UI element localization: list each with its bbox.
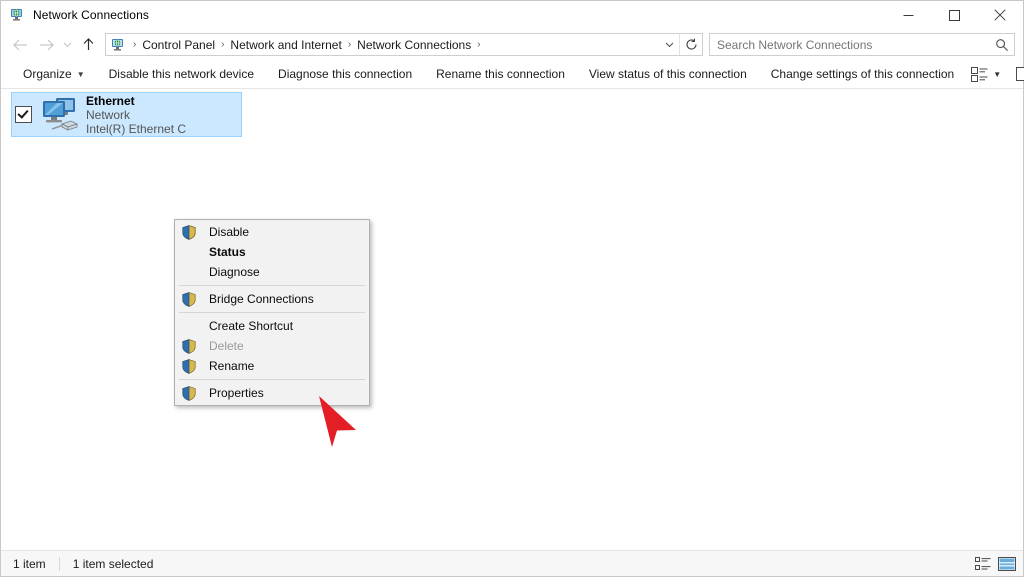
- breadcrumb-network-and-internet[interactable]: Network and Internet: [228, 38, 343, 52]
- breadcrumb-network-connections[interactable]: Network Connections: [355, 38, 473, 52]
- organize-label: Organize: [23, 67, 72, 81]
- window-controls: [885, 1, 1023, 29]
- menu-icon-placeholder: [179, 243, 199, 261]
- menu-separator: [179, 285, 365, 286]
- menu-item-disable[interactable]: Disable: [175, 222, 369, 242]
- control-panel-icon: [110, 37, 126, 53]
- menu-item-create-shortcut[interactable]: Create Shortcut: [175, 316, 369, 336]
- status-divider: [58, 556, 60, 571]
- minimize-button[interactable]: [885, 1, 931, 29]
- menu-item-rename[interactable]: Rename: [175, 356, 369, 376]
- breadcrumb-separator[interactable]: ›: [344, 39, 355, 50]
- menu-item-bridge-connections[interactable]: Bridge Connections: [175, 289, 369, 309]
- menu-separator: [179, 312, 365, 313]
- diagnose-connection-button[interactable]: Diagnose this connection: [266, 61, 424, 87]
- menu-item-label: Disable: [209, 225, 250, 239]
- menu-item-diagnose[interactable]: Diagnose: [175, 262, 369, 282]
- menu-item-label: Status: [209, 245, 246, 259]
- connection-name: Ethernet: [86, 93, 135, 108]
- menu-item-delete: Delete: [175, 336, 369, 356]
- up-button[interactable]: [75, 33, 101, 57]
- disable-network-device-button[interactable]: Disable this network device: [97, 61, 266, 87]
- rename-connection-button[interactable]: Rename this connection: [424, 61, 577, 87]
- menu-item-status[interactable]: Status: [175, 242, 369, 262]
- change-settings-button[interactable]: Change settings of this connection: [759, 61, 966, 87]
- back-button[interactable]: [7, 33, 33, 57]
- ethernet-adapter-icon: [38, 95, 82, 135]
- maximize-button[interactable]: [931, 1, 977, 29]
- menu-icon-placeholder: [179, 317, 199, 335]
- menu-item-label: Rename: [209, 359, 255, 373]
- menu-item-label: Delete: [209, 339, 244, 353]
- network-connections-window: Network Connections › Control Panel › Ne…: [0, 0, 1024, 577]
- view-options-icon[interactable]: [966, 61, 993, 87]
- details-view-icon[interactable]: [971, 554, 995, 574]
- shield-icon: [179, 384, 199, 402]
- connection-item-ethernet[interactable]: Ethernet Network Intel(R) Ethernet C: [11, 92, 242, 137]
- view-status-button[interactable]: View status of this connection: [577, 61, 759, 87]
- connection-text-block: Ethernet Network Intel(R) Ethernet C: [86, 94, 186, 136]
- forward-button[interactable]: [33, 33, 59, 57]
- recent-locations-chevron-icon[interactable]: [59, 33, 75, 57]
- address-dropdown-chevron-icon[interactable]: [659, 41, 679, 48]
- menu-separator: [179, 379, 365, 380]
- chevron-down-icon: ▼: [76, 70, 85, 79]
- shield-icon: [179, 357, 199, 375]
- breadcrumb-separator: ›: [133, 39, 137, 50]
- view-options-chevron-down-icon[interactable]: ▼: [993, 61, 1001, 87]
- window-title: Network Connections: [33, 8, 149, 22]
- organize-button[interactable]: Organize ▼: [11, 61, 97, 87]
- context-menu[interactable]: Disable Status Diagnose Bridge Connectio…: [174, 219, 370, 406]
- title-bar: Network Connections: [1, 1, 1023, 29]
- menu-item-label: Bridge Connections: [209, 292, 314, 306]
- status-selection-count: 1 item selected: [72, 556, 154, 571]
- search-box[interactable]: [709, 33, 1015, 56]
- breadcrumb-separator[interactable]: ›: [217, 39, 228, 50]
- connection-network: Network: [86, 107, 131, 122]
- status-item-count: 1 item: [13, 556, 46, 571]
- connection-checkbox[interactable]: [15, 106, 32, 123]
- menu-item-label: Create Shortcut: [209, 319, 294, 333]
- connections-list-area[interactable]: Ethernet Network Intel(R) Ethernet C Dis…: [1, 89, 1023, 550]
- search-input[interactable]: [710, 36, 990, 53]
- status-bar: 1 item 1 item selected: [1, 550, 1023, 576]
- preview-pane-icon[interactable]: [1011, 61, 1024, 87]
- large-icons-view-icon[interactable]: [995, 554, 1019, 574]
- refresh-icon[interactable]: [679, 34, 702, 55]
- breadcrumb-control-panel[interactable]: Control Panel: [140, 38, 217, 52]
- address-row: › Control Panel › Network and Internet ›…: [1, 29, 1023, 60]
- shield-icon: [179, 290, 199, 308]
- network-connections-icon: [9, 7, 25, 23]
- connection-adapter: Intel(R) Ethernet C: [86, 121, 187, 136]
- address-bar[interactable]: › Control Panel › Network and Internet ›…: [105, 33, 703, 56]
- menu-item-properties[interactable]: Properties: [175, 383, 369, 403]
- search-icon[interactable]: [990, 38, 1014, 52]
- shield-icon: [179, 337, 199, 355]
- shield-icon: [179, 223, 199, 241]
- menu-item-label: Diagnose: [209, 265, 260, 279]
- breadcrumb-separator[interactable]: ›: [473, 39, 484, 50]
- command-bar: Organize ▼ Disable this network device Di…: [1, 60, 1024, 89]
- close-button[interactable]: [977, 1, 1023, 29]
- menu-item-label: Properties: [209, 386, 264, 400]
- menu-icon-placeholder: [179, 263, 199, 281]
